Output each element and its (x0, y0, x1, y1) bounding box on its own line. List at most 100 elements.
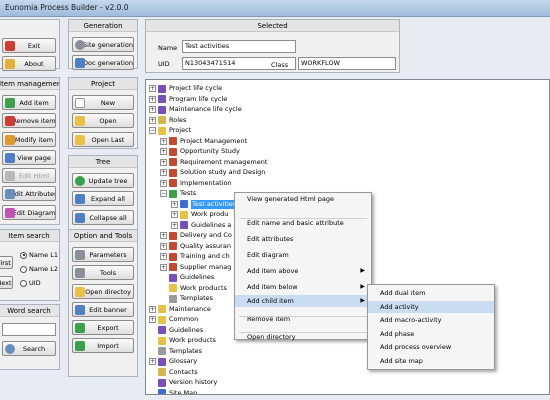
expand-toggle-icon[interactable]: + (160, 253, 167, 260)
open-last-button[interactable]: Open Last (72, 132, 134, 147)
tools-button[interactable]: Tools (72, 265, 134, 280)
expand-toggle-icon[interactable]: + (171, 221, 178, 229)
tree-node-templates[interactable]: Templates (160, 294, 213, 303)
expand-toggle-icon[interactable]: + (160, 148, 167, 155)
expand-toggle-icon[interactable]: + (160, 158, 167, 166)
expand-toggle-icon[interactable]: + (149, 95, 156, 103)
parameters-button[interactable]: Parameters (72, 247, 134, 262)
tree-node-site-map[interactable]: Site Map (149, 389, 197, 394)
modify-item-button[interactable]: Modify item (2, 132, 56, 147)
edit-attributes-button[interactable]: Edit Attributes (2, 186, 56, 201)
tree-node-templates[interactable]: Templates (149, 347, 202, 356)
tree-node-requirement-management[interactable]: + Requirement management (160, 158, 267, 167)
open-project-button[interactable]: Open (72, 113, 134, 128)
expand-toggle-icon[interactable]: + (171, 200, 178, 208)
about-button[interactable]: About (2, 56, 56, 71)
submenu-item-label: Add activity (380, 302, 419, 311)
tree-node-work-products[interactable]: Work products (149, 336, 216, 345)
edit-html-button[interactable]: Edit Html (2, 168, 56, 183)
edit-diagram-button[interactable]: Edit Diagram (2, 205, 56, 220)
expand-toggle-icon[interactable]: + (160, 179, 167, 187)
tree-node-guidelines[interactable]: Guidelines (160, 273, 214, 282)
site-generation-button[interactable]: Site generation (72, 37, 134, 52)
tree-node-project-life-cycle[interactable]: + Project life cycle (149, 84, 222, 93)
submenu-item-add-activity[interactable]: Add activity (368, 300, 494, 313)
first-button[interactable]: First (0, 256, 13, 269)
expand-toggle-icon[interactable]: + (160, 242, 167, 250)
tree-node-label: Maintenance life cycle (169, 105, 242, 113)
submenu-item-add-dual-item[interactable]: Add dual item (368, 287, 494, 299)
menu-item-add-child-item[interactable]: Add child item ▶ (235, 295, 371, 307)
submenu-item-add-phase[interactable]: Add phase (368, 328, 494, 340)
menu-item-add-item-below[interactable]: Add item below ▶ (235, 281, 371, 293)
tree-node-version-history[interactable]: Version history (149, 378, 217, 387)
menu-item-view-generated-html-page[interactable]: View generated Html page (235, 193, 371, 205)
expand-toggle-icon[interactable]: + (160, 232, 167, 239)
tree-node-contacts[interactable]: Contacts (149, 368, 198, 377)
expand-toggle-icon[interactable]: + (160, 263, 167, 271)
doc-generation-button[interactable]: Doc generation (72, 55, 134, 70)
tree-node-quality-assuran[interactable]: + Quality assuran (160, 242, 231, 251)
node-icon (158, 389, 166, 394)
tree-node-opportunity-study[interactable]: + Opportunity Study (160, 147, 240, 156)
tree-node-glossary[interactable]: + Glossary (149, 357, 197, 366)
tree-node-program-life-cycle[interactable]: + Program life cycle (149, 95, 227, 104)
expand-toggle-icon[interactable]: + (149, 85, 156, 92)
expand-toggle-icon[interactable]: + (149, 358, 156, 365)
class-field[interactable]: WORKFLOW (298, 57, 396, 70)
new-project-button[interactable]: New (72, 95, 134, 110)
menu-item-edit-diagram[interactable]: Edit diagram (235, 249, 371, 261)
import-button[interactable]: Import (72, 338, 134, 353)
open-directory-button[interactable]: Open directoy (72, 284, 134, 299)
tree-node-maintenance[interactable]: + Maintenance (149, 305, 211, 314)
menu-item-edit-attributes[interactable]: Edit attributes (235, 233, 371, 245)
tree-node-implementation[interactable]: + Implementation (160, 179, 232, 188)
search-button[interactable]: Search (2, 341, 56, 356)
submenu-item-add-process-overview[interactable]: Add process overview (368, 341, 494, 353)
menu-item-add-item-above[interactable]: Add item above ▶ (235, 265, 371, 277)
tree-node-project-management[interactable]: + Project Management (160, 137, 247, 146)
submenu-item-add-site-map[interactable]: Add site map (368, 355, 494, 367)
submenu-item-label: Add process overview (380, 343, 452, 351)
export-button[interactable]: Export (72, 320, 134, 335)
tree-node-delivery-and-co[interactable]: + Delivery and Co (160, 231, 232, 240)
expand-toggle-icon[interactable]: + (160, 137, 167, 145)
expand-toggle-icon[interactable]: + (171, 211, 178, 218)
name-field[interactable]: Test activities (182, 40, 296, 53)
tree-node-work-produ[interactable]: + Work produ (171, 210, 228, 219)
tree-node-supplier-manag[interactable]: + Supplier manag (160, 263, 231, 272)
edit-banner-button[interactable]: Edit banner (72, 302, 134, 317)
tree-node-guidelines-a[interactable]: + Guidelines a (171, 221, 231, 230)
next-button[interactable]: Next (0, 276, 13, 289)
expand-toggle-icon[interactable]: + (149, 316, 156, 323)
tree-node-test-activities[interactable]: + Test activities (171, 199, 238, 209)
submenu-item-add-macro-activity[interactable]: Add macro-activity (368, 314, 494, 326)
remove-item-button[interactable]: Remove item (2, 113, 56, 128)
tree-node-training-and-ch[interactable]: + Training and ch (160, 252, 230, 261)
tree-node-guidelines[interactable]: Guidelines (149, 326, 203, 335)
collapse-toggle-icon[interactable]: − (160, 190, 167, 197)
tree-node-tests[interactable]: − Tests (160, 189, 196, 198)
view-page-button[interactable]: View page (2, 150, 56, 165)
exit-button[interactable]: Exit (2, 38, 56, 53)
collapse-all-button[interactable]: Collapse all (72, 210, 134, 225)
add-item-button[interactable]: Add item (2, 95, 56, 110)
tree-node-common[interactable]: + Common (149, 315, 198, 324)
tree-node-roles[interactable]: + Roles (149, 116, 186, 125)
expand-toggle-icon[interactable]: + (149, 116, 156, 124)
radio-name-l2[interactable]: Name L2 (20, 265, 58, 273)
collapse-toggle-icon[interactable]: − (149, 127, 156, 134)
tree-node-maintenance-life-cycle[interactable]: + Maintenance life cycle (149, 105, 242, 114)
tree-node-solution-study-and-design[interactable]: + Solution study and Design (160, 168, 265, 177)
radio-name-l1[interactable]: Name L1 (20, 251, 58, 259)
word-search-input[interactable] (2, 323, 56, 336)
tree-node-project[interactable]: − Project (149, 126, 191, 135)
expand-toggle-icon[interactable]: + (149, 305, 156, 313)
expand-toggle-icon[interactable]: + (160, 169, 167, 176)
update-tree-button[interactable]: Update tree (72, 173, 134, 188)
tree-node-work-products[interactable]: Work products (160, 284, 227, 293)
menu-item-remove-item[interactable]: Remove item (235, 313, 371, 325)
expand-toggle-icon[interactable]: + (149, 106, 156, 113)
expand-all-button[interactable]: Expand all (72, 191, 134, 206)
radio-uid[interactable]: UID (20, 279, 41, 287)
